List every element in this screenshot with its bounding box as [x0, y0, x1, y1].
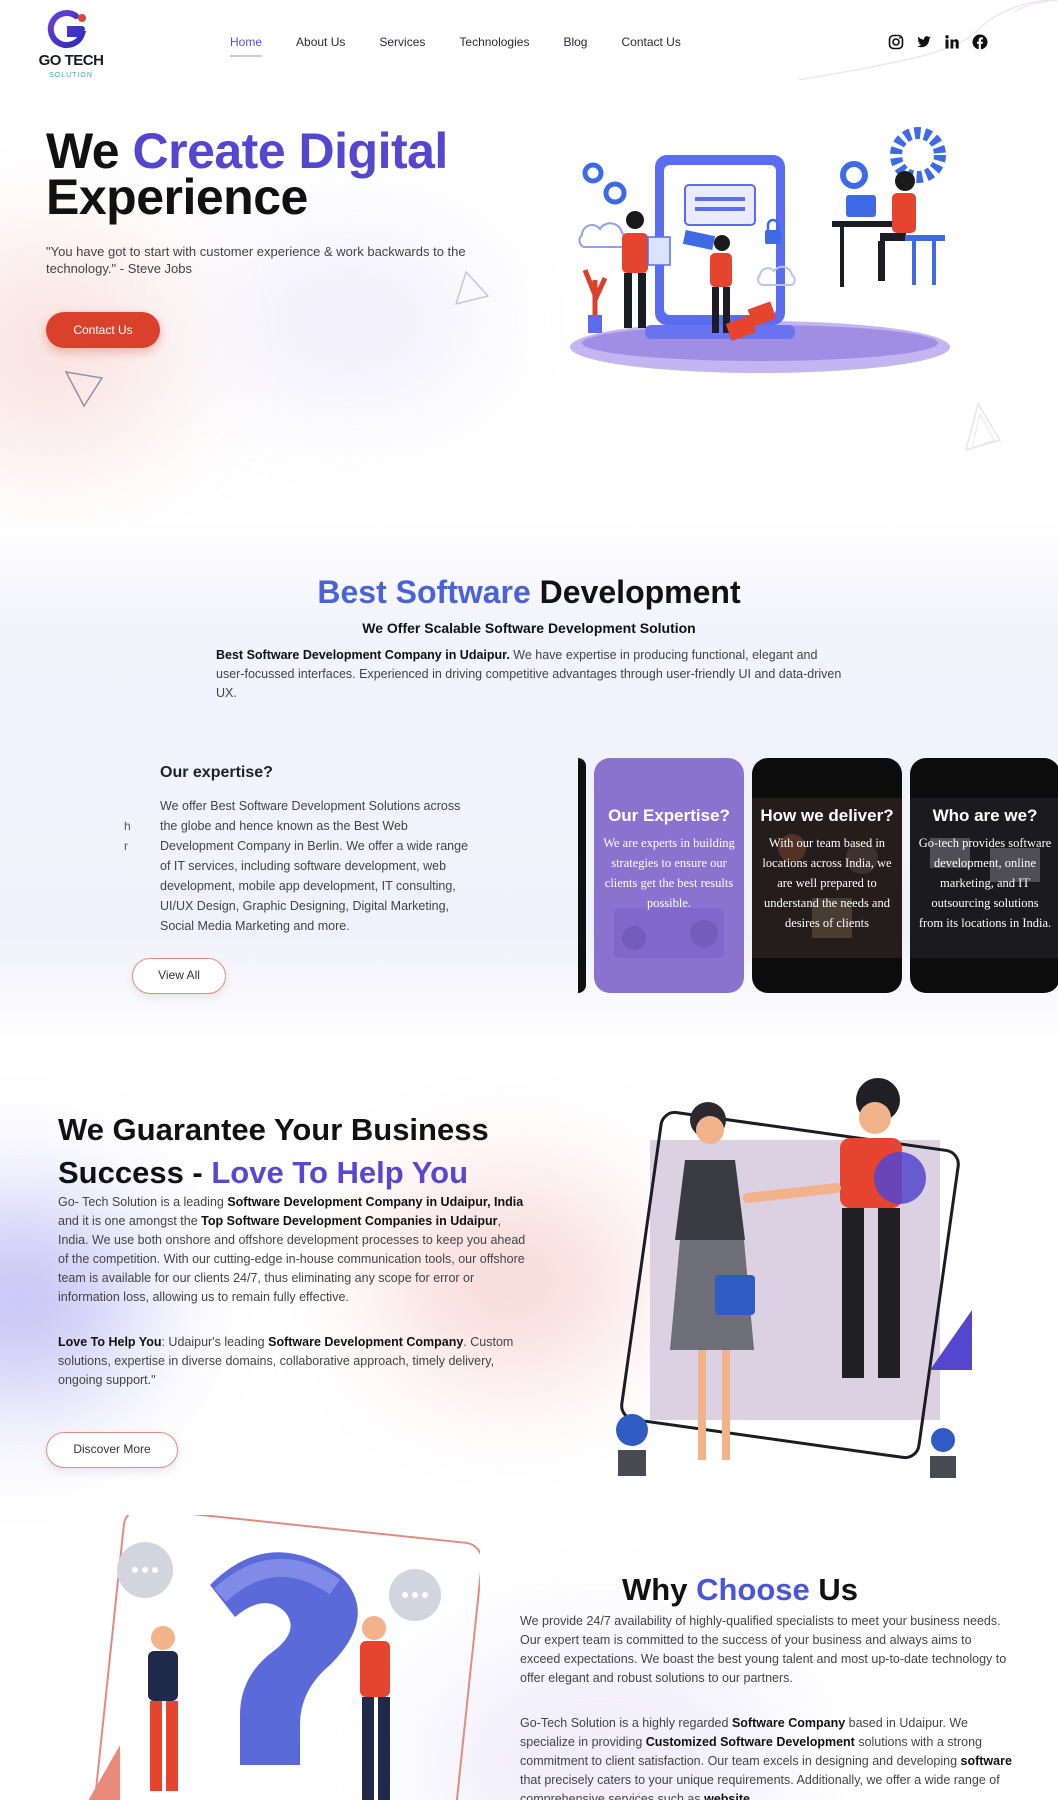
why-title-accent: Choose [696, 1572, 810, 1607]
site-header: GO TECH SOLUTION Home About Us Services … [0, 0, 1058, 100]
page: GO TECH SOLUTION Home About Us Services … [0, 0, 1058, 1800]
text-span: Go-Tech Solution is a highly regarded [520, 1716, 732, 1730]
software-section-text: Best Software Development Company in Uda… [216, 646, 846, 703]
card-title: How we deliver? [760, 806, 894, 825]
expertise-card[interactable]: How we deliver? With our team based in l… [752, 758, 902, 993]
nav-item-home[interactable]: Home [230, 35, 263, 57]
why-choose-title: Why Choose Us [520, 1572, 960, 1608]
card-title: Our Expertise? [608, 806, 730, 825]
decorative-triangle-icon [454, 270, 490, 306]
text-bold: Love To Help You [58, 1335, 162, 1349]
software-section-title: Best Software Development [0, 574, 1058, 611]
expertise-card-partial [578, 758, 586, 993]
guarantee-title-accent: Love To Help You [211, 1155, 469, 1190]
discover-more-button[interactable]: Discover More [46, 1432, 178, 1468]
guarantee-title: We Guarantee Your Business Success - Lov… [58, 1108, 489, 1194]
expertise-card[interactable]: Our Expertise? We are experts in buildin… [594, 758, 744, 993]
linkedin-icon[interactable] [944, 34, 960, 50]
text-bold: Software Development Company [268, 1335, 464, 1349]
text-span: that precisely caters to your unique req… [520, 1773, 1000, 1800]
expertise-card[interactable]: Who are we? Go-tech provides software de… [910, 758, 1058, 993]
card-title: Who are we? [932, 806, 1038, 825]
expertise-text: We offer Best Software Development Solut… [160, 799, 469, 933]
hero-team-illustration [570, 127, 950, 373]
text-span: Go- Tech Solution is a leading [58, 1195, 228, 1209]
logo-text: GO TECH [38, 52, 104, 69]
twitter-icon[interactable] [916, 34, 932, 50]
software-title-rest: Development [530, 574, 741, 610]
guarantee-paragraph: Love To Help You: Udaipur's leading Soft… [58, 1333, 528, 1390]
main-nav: Home About Us Services Technologies Blog… [230, 35, 715, 57]
software-lead-bold: Best Software Development Company in Uda… [216, 648, 510, 662]
site-logo[interactable]: GO TECH SOLUTION [36, 8, 106, 80]
hero-title: We Create Digital Experience [46, 126, 448, 222]
nav-item-contact-us[interactable]: Contact Us [621, 35, 680, 57]
why-title-part: Us [809, 1572, 858, 1607]
view-all-button[interactable]: View All [132, 958, 226, 994]
text-bold: Top Software Development Companies in Ud… [201, 1214, 498, 1228]
text-bold: website [704, 1792, 750, 1800]
instagram-icon[interactable] [888, 34, 904, 50]
logo-tagline: SOLUTION [49, 72, 93, 79]
text-bold: Customized Software Development [645, 1735, 855, 1749]
guarantee-title-part: Success - [58, 1155, 212, 1190]
guarantee-title-line1: We Guarantee Your Business [58, 1112, 489, 1147]
text-bold: Software Company [731, 1716, 846, 1730]
expertise-title: Our expertise? [160, 764, 273, 781]
why-paragraph: Go-Tech Solution is a highly regarded So… [520, 1714, 1015, 1800]
why-title-part: Why [622, 1572, 697, 1607]
card-body: Go-tech provides software development, o… [918, 836, 1052, 930]
hero-quote: "You have got to start with customer exp… [46, 244, 466, 276]
nav-item-technologies[interactable]: Technologies [459, 35, 529, 57]
text-bold: Software Development Company in Udaipur,… [227, 1195, 524, 1209]
text-bold: software [960, 1754, 1012, 1768]
question-mark-illustration [88, 1515, 480, 1800]
decorative-triangle-icon [964, 402, 1002, 452]
text-span: and it is one amongst the [58, 1214, 202, 1228]
software-title-accent: Best Software [317, 574, 531, 610]
nav-item-about-us[interactable]: About Us [296, 35, 345, 57]
why-paragraph: We provide 24/7 availability of highly-q… [520, 1614, 1007, 1685]
expertise-ghost-text: h r [124, 819, 131, 853]
guarantee-paragraph: Go- Tech Solution is a leading Software … [58, 1193, 528, 1307]
software-section-subtitle: We Offer Scalable Software Development S… [362, 620, 696, 636]
text-span: : Udaipur's leading [161, 1335, 269, 1349]
handshake-illustration [616, 1078, 972, 1478]
hero-contact-button[interactable]: Contact Us [46, 312, 160, 348]
card-body: We are experts in building strategies to… [603, 836, 735, 910]
nav-item-blog[interactable]: Blog [563, 35, 587, 57]
hero-title-line2: Experience [46, 169, 308, 225]
card-body: With our team based in locations across … [762, 836, 892, 930]
nav-item-services[interactable]: Services [379, 35, 425, 57]
facebook-icon[interactable] [972, 34, 988, 50]
logo-g-mark-icon [47, 10, 87, 49]
decorative-triangle-icon [64, 371, 104, 408]
social-links [888, 34, 988, 50]
